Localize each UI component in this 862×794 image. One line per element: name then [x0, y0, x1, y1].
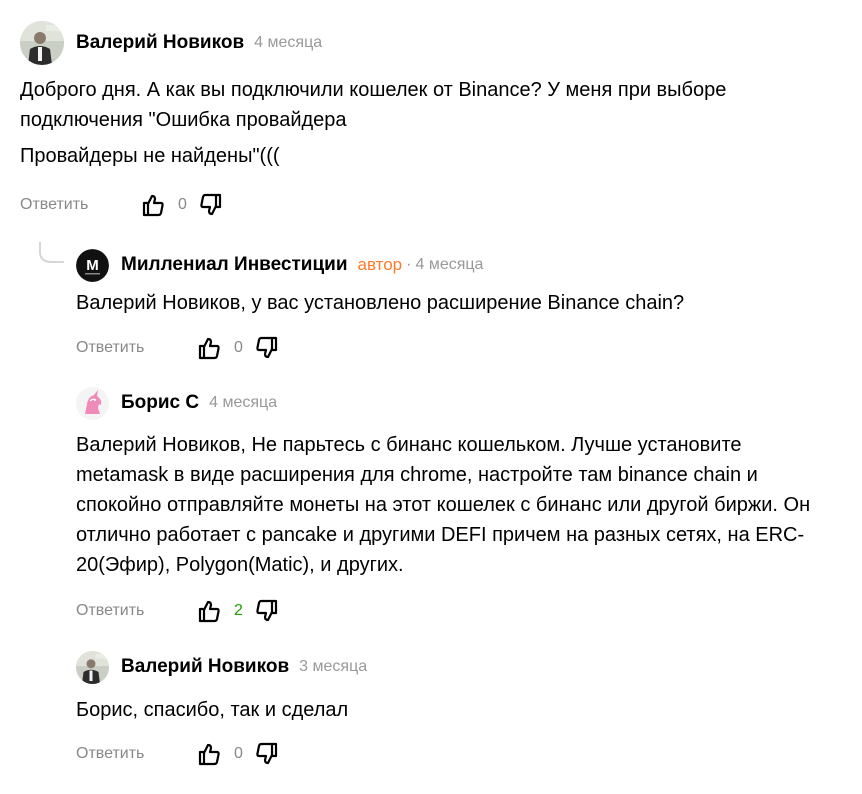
channel-logo-icon: M [76, 248, 109, 282]
reply-button[interactable]: Ответить [76, 602, 144, 620]
thumbs-up-icon[interactable] [196, 598, 222, 624]
like-count: 0 [233, 745, 243, 762]
comment-paragraph: Провайдеры не найдены"((( [20, 145, 280, 167]
thread-connector [39, 242, 64, 263]
reply-button[interactable]: Ответить [20, 196, 88, 214]
comment-actions: Ответить 0 [76, 741, 280, 767]
thumbs-down-icon[interactable] [254, 335, 280, 361]
thumbs-down-icon[interactable] [198, 192, 224, 218]
thumbs-up-icon[interactable] [196, 335, 222, 361]
like-count: 0 [177, 196, 187, 213]
thumbs-down-icon[interactable] [254, 741, 280, 767]
comment-paragraph: Валерий Новиков, Не парьтесь с бинанс ко… [76, 434, 811, 576]
comment-paragraph: Борис, спасибо, так и сделал [76, 699, 349, 721]
comment-header: Валерий Новиков 4 месяца [20, 21, 322, 65]
author-name[interactable]: Борис С [121, 392, 199, 414]
avatar[interactable] [76, 650, 109, 684]
thumbs-down-icon[interactable] [254, 598, 280, 624]
timestamp: 3 месяца [299, 658, 368, 675]
comment-text: Доброго дня. А как вы подключили кошелек… [20, 75, 838, 171]
author-name[interactable]: Валерий Новиков [76, 32, 244, 54]
avatar-letter: M [86, 257, 99, 274]
person-photo-icon [76, 650, 109, 684]
thumbs-up-icon[interactable] [196, 741, 222, 767]
like-count: 2 [233, 602, 243, 619]
timestamp: 4 месяца [415, 256, 484, 273]
author-name[interactable]: Миллениал Инвестиции [121, 254, 348, 276]
timestamp: 4 месяца [209, 394, 278, 411]
comment-header: M Миллениал Инвестиции автор · 4 месяца [76, 243, 483, 287]
pink-unicorn-icon [76, 386, 109, 420]
comment-paragraph: Доброго дня. А как вы подключили кошелек… [20, 79, 727, 131]
comment-actions: Ответить 0 [76, 335, 280, 361]
avatar[interactable]: M [76, 248, 109, 282]
comment-text: Валерий Новиков, у вас установлено расши… [76, 288, 838, 318]
reply-button[interactable]: Ответить [76, 745, 144, 763]
comment-header: Валерий Новиков 3 месяца [76, 645, 367, 689]
separator: · [406, 256, 412, 273]
comment-paragraph: Валерий Новиков, у вас установлено расши… [76, 292, 685, 314]
comment-actions: Ответить 0 [20, 192, 224, 218]
like-count: 0 [233, 339, 243, 356]
comment-actions: Ответить 2 [76, 598, 280, 624]
comment-text: Борис, спасибо, так и сделал [76, 695, 838, 725]
author-badge: автор [357, 255, 403, 274]
avatar[interactable] [76, 386, 109, 420]
author-name[interactable]: Валерий Новиков [121, 656, 289, 678]
person-photo-icon [20, 21, 64, 65]
timestamp: 4 месяца [254, 34, 323, 51]
comment-header: Борис С 4 месяца [76, 381, 277, 425]
thumbs-up-icon[interactable] [140, 192, 166, 218]
comment-text: Валерий Новиков, Не парьтесь с бинанс ко… [76, 430, 838, 580]
reply-button[interactable]: Ответить [76, 339, 144, 357]
avatar[interactable] [20, 21, 64, 65]
